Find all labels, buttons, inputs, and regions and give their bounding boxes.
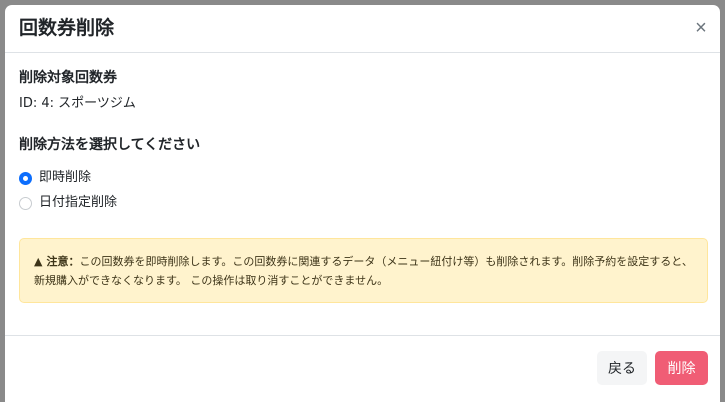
method-heading: 削除方法を選択してください — [19, 137, 201, 153]
radio-scheduled-delete[interactable]: 日付指定削除 — [19, 194, 117, 212]
radio-immediate-delete-label: 即時削除 — [39, 170, 92, 185]
modal-footer: 戻る 削除 — [5, 335, 720, 402]
delete-button[interactable]: 削除 — [655, 351, 708, 385]
alert-prefix: 注意： — [46, 255, 80, 268]
radio-immediate-delete-indicator[interactable] — [19, 171, 32, 185]
alert-text: この回数券を即時削除します。この回数券に関連するデータ（メニュー紐付け等）も削除… — [34, 255, 693, 287]
close-icon[interactable]: × — [692, 17, 710, 39]
radio-scheduled-delete-indicator[interactable] — [19, 196, 32, 210]
warning-alert: ▲ 注意：この回数券を即時削除します。この回数券に関連するデータ（メニュー紐付け等… — [19, 238, 708, 303]
radio-scheduled-delete-label: 日付指定削除 — [39, 195, 118, 210]
back-button[interactable]: 戻る — [597, 351, 647, 385]
radio-immediate-delete[interactable]: 即時削除 — [19, 169, 91, 187]
warning-triangle-icon: ▲ — [34, 255, 43, 268]
modal-header: 回数券削除 × — [5, 5, 720, 53]
modal-title: 回数券削除 — [19, 17, 115, 39]
target-heading: 削除対象回数券 — [19, 70, 117, 86]
target-ticket-value: ID: 4: スポーツジム — [19, 96, 136, 111]
delete-ticket-modal: 回数券削除 × 削除対象回数券 ID: 4: スポーツジム 削除方法を選択してく… — [5, 5, 720, 402]
